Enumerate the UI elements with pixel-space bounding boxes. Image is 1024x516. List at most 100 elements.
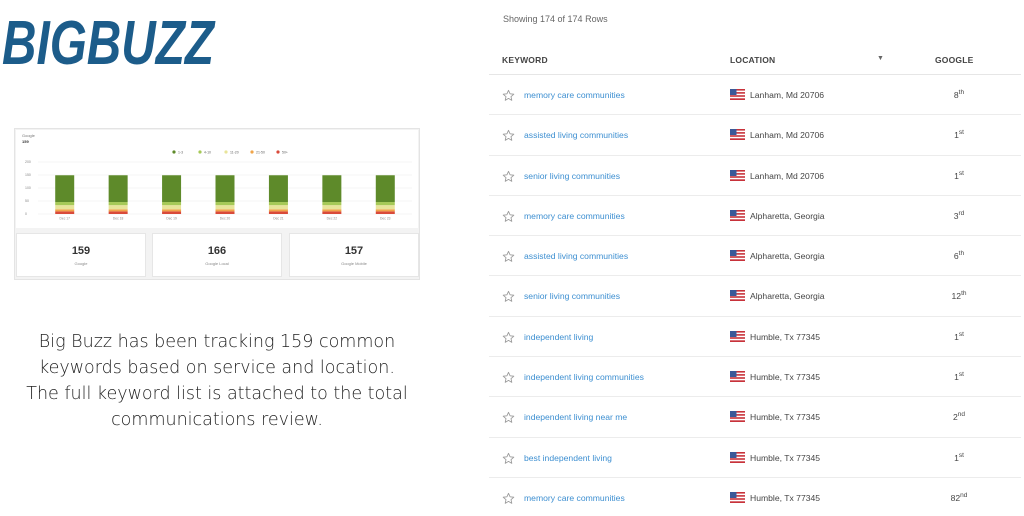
- rank-suffix: th: [958, 250, 965, 258]
- bar-segment: [375, 175, 395, 203]
- google-rank: 1st: [947, 371, 971, 382]
- y-tick-label: 200: [25, 160, 31, 164]
- bigbuzz-logo: BIGBUZZ: [2, 6, 218, 72]
- location-text: Lanham, Md 20706: [750, 170, 825, 181]
- star-icon[interactable]: [502, 250, 515, 263]
- star-icon[interactable]: [502, 331, 515, 344]
- tracking-description: Big Buzz has been tracking 159 common ke…: [26, 332, 408, 430]
- location-text: Alpharetta, Georgia: [750, 210, 825, 221]
- legend-label: 50+: [282, 151, 288, 155]
- legend-label: 11-20: [230, 151, 239, 155]
- table-row: independent living near me Humble, Tx 773…: [489, 397, 1021, 438]
- google-rank: 12th: [947, 291, 971, 302]
- column-header-keyword[interactable]: KEYWORD: [502, 55, 548, 65]
- keyword-link[interactable]: assisted living communities: [524, 251, 628, 261]
- rank-suffix: nd: [957, 411, 965, 419]
- us-flag-icon: [730, 491, 745, 503]
- star-icon[interactable]: [502, 411, 515, 424]
- table-row: assisted living communities Lanham, Md 20…: [489, 115, 1021, 156]
- keyword-link[interactable]: memory care communities: [524, 211, 625, 221]
- y-tick-label: 0: [25, 212, 27, 216]
- stat-card-google-mobile: 157 Google Mobile: [289, 233, 419, 277]
- y-tick-label: 150: [25, 173, 31, 177]
- column-header-location[interactable]: LOCATION: [730, 55, 775, 65]
- chart-subtitle: 159: [22, 139, 29, 144]
- star-icon[interactable]: [502, 371, 515, 384]
- us-flag-icon: [730, 169, 745, 181]
- y-tick-label: 100: [25, 186, 31, 190]
- stat-label: Google Mobile: [341, 261, 367, 266]
- sort-caret-icon[interactable]: ▼: [877, 55, 884, 62]
- keyword-rankings-table: KEYWORD LOCATION ▼ GOOGLE memory care co…: [489, 44, 1021, 516]
- google-rank: 1st: [947, 331, 971, 342]
- table-row: independent living communities Humble, Tx…: [489, 357, 1021, 398]
- bar-segment: [322, 205, 342, 210]
- legend-label: 4-10: [204, 151, 211, 155]
- keyword-link[interactable]: assisted living communities: [524, 130, 628, 140]
- bar-segment: [162, 175, 182, 203]
- location-text: Lanham, Md 20706: [750, 90, 825, 100]
- google-rank: 1st: [947, 170, 971, 181]
- star-icon[interactable]: [502, 452, 515, 465]
- stat-value: 159: [71, 245, 91, 257]
- star-icon[interactable]: [502, 210, 515, 223]
- x-tick-label: Dec 20: [220, 217, 231, 221]
- keyword-link[interactable]: senior living communities: [524, 171, 620, 181]
- bar-segment: [322, 211, 342, 214]
- us-flag-icon: [730, 290, 745, 302]
- bar-segment: [55, 175, 75, 203]
- bar-segment: [215, 205, 235, 210]
- table-row: senior living communities Alpharetta, Geo…: [489, 276, 1021, 317]
- rank-suffix: st: [958, 451, 964, 459]
- bar-segment: [215, 175, 235, 203]
- keyword-link[interactable]: independent living: [524, 332, 593, 342]
- keyword-link[interactable]: best independent living: [524, 453, 612, 463]
- stat-label: Google Local: [205, 261, 229, 266]
- location-text: Humble, Tx 77345: [750, 331, 821, 342]
- bar-segment: [215, 209, 235, 212]
- google-rank: 82nd: [947, 492, 971, 503]
- rankings-chart-card: 1-3 4-10 11-20 21-50 50+ 200 150 100 50 0 Dec 17 De…: [16, 130, 418, 228]
- keyword-link[interactable]: senior living communities: [524, 291, 620, 301]
- keyword-link[interactable]: independent living communities: [524, 372, 644, 382]
- x-tick-label: Dec 22: [327, 217, 338, 221]
- legend-swatch: [224, 150, 228, 154]
- star-icon[interactable]: [502, 290, 515, 303]
- google-rank: 2nd: [947, 411, 971, 423]
- star-icon[interactable]: [502, 492, 515, 505]
- location-text: Alpharetta, Georgia: [750, 251, 825, 262]
- rank-suffix: th: [958, 89, 965, 96]
- table-row: best independent living Humble, Tx 77345 1…: [489, 438, 1021, 478]
- x-tick-label: Dec 18: [113, 217, 124, 221]
- us-flag-icon: [730, 330, 745, 342]
- bar-segment: [268, 205, 288, 210]
- column-header-google[interactable]: GOOGLE: [935, 55, 974, 65]
- keyword-link[interactable]: memory care communities: [524, 90, 625, 100]
- rank-suffix: st: [958, 371, 964, 379]
- stat-value: 157: [344, 245, 364, 257]
- star-icon[interactable]: [502, 129, 515, 142]
- keyword-link[interactable]: independent living near me: [524, 412, 627, 422]
- google-rank: 8th: [947, 89, 971, 100]
- table-body: memory care communities Lanham, Md 20706 8…: [489, 75, 1021, 516]
- star-icon[interactable]: [502, 89, 515, 102]
- table-header: KEYWORD LOCATION ▼ GOOGLE: [489, 44, 1021, 75]
- keyword-link[interactable]: memory care communities: [524, 493, 625, 503]
- bar-segment: [322, 175, 342, 203]
- location-text: Humble, Tx 77345: [750, 492, 821, 503]
- table-row: assisted living communities Alpharetta, G…: [489, 236, 1021, 277]
- legend-swatch: [250, 150, 254, 154]
- table-row: independent living Humble, Tx 77345 1st: [489, 317, 1021, 358]
- location-text: Alpharetta, Georgia: [750, 291, 825, 302]
- rank-number: 82: [950, 492, 961, 503]
- rank-number: 12: [951, 291, 962, 302]
- bar-segment: [108, 211, 128, 214]
- legend-label: 1-3: [178, 151, 183, 155]
- y-tick-label: 50: [25, 199, 29, 203]
- bar-segment: [162, 202, 182, 206]
- legend-swatch: [276, 150, 280, 154]
- star-icon[interactable]: [502, 170, 515, 183]
- bar-segment: [108, 205, 128, 210]
- stat-card-google-local: 166 Google Local: [152, 233, 282, 277]
- x-tick-label: Dec 23: [380, 217, 391, 221]
